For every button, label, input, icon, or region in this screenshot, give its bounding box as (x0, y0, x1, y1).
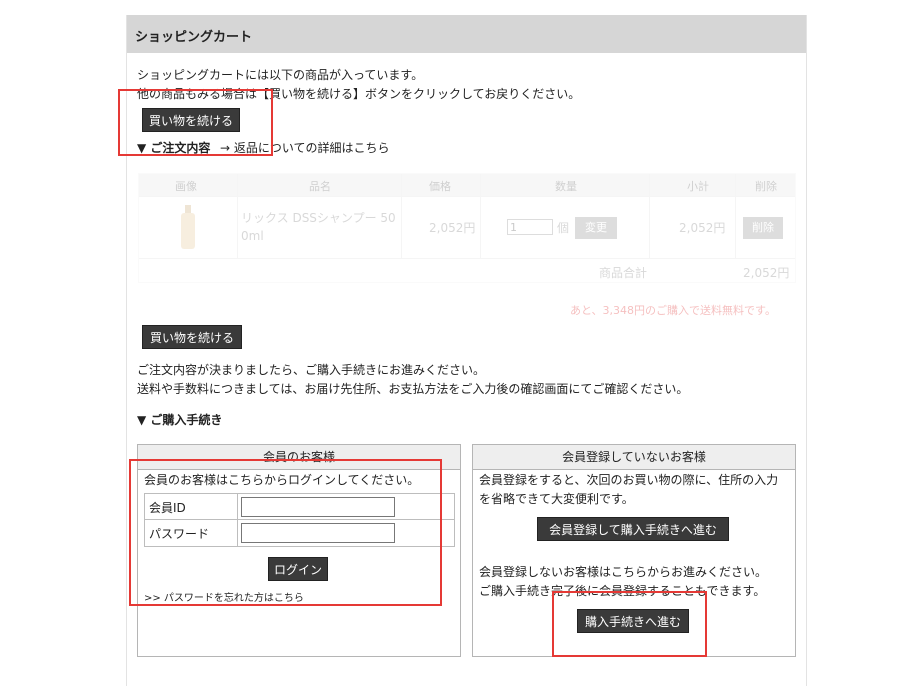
cart-total-row: 商品合計 2,052円 (139, 258, 795, 283)
proceed-text-1: ご注文内容が決まりましたら、ご購入手続きにお進みください。 (137, 363, 486, 377)
quantity-input[interactable]: 1 (507, 219, 553, 235)
total-label: 商品合計 (599, 266, 648, 280)
shipping-note: あと、3,348円のご購入で送料無料です。 (570, 304, 776, 317)
product-name-2[interactable]: 0ml (241, 229, 264, 243)
col-delete: 削除 (755, 180, 777, 193)
cart-table: 画像 品名 価格 数量 小計 削除 リックス DSSシャンプー 50 0ml 2… (138, 173, 796, 283)
continue-shopping-button-2[interactable]: 買い物を続ける (142, 325, 242, 349)
proceed-text-2: 送料や手数料につきましては、お届け先住所、お支払方法をご入力後の確認画面にてご確… (137, 382, 689, 396)
product-subtotal: 2,052円 (679, 221, 726, 235)
guest-box-header: 会員登録していないお客様 (473, 445, 795, 470)
qty-unit: 個 (557, 221, 570, 235)
delete-button[interactable]: 削除 (743, 217, 783, 239)
highlight-continue (118, 89, 273, 156)
guest-desc-2: を省略できて大変便利です。 (479, 492, 634, 506)
product-image (181, 205, 195, 249)
col-qty: 数量 (555, 180, 577, 193)
total-value: 2,052円 (743, 266, 790, 280)
col-subtotal: 小計 (687, 180, 709, 193)
col-image: 画像 (175, 180, 197, 193)
highlight-login (129, 459, 442, 606)
product-name-1[interactable]: リックス DSSシャンプー 50 (241, 209, 396, 226)
page-title: ショッピングカート (135, 30, 253, 45)
register-checkout-button[interactable]: 会員登録して購入手続きへ進む (537, 517, 729, 541)
guest-desc-1: 会員登録をすると、次回のお買い物の際に、住所の入力 (479, 473, 779, 487)
cart-header: ショッピングカート (127, 15, 806, 53)
product-price: 2,052円 (429, 221, 476, 235)
intro-text-1: ショッピングカートには以下の商品が入っています。 (137, 68, 424, 82)
highlight-guest-checkout (552, 591, 707, 657)
guest-desc2-1: 会員登録しないお客様はこちらからお進みください。 (479, 565, 768, 579)
checkout-section-title: ▼ ご購入手続き (137, 413, 223, 427)
change-qty-button[interactable]: 変更 (575, 217, 617, 239)
col-price: 価格 (429, 180, 451, 193)
col-name: 品名 (309, 180, 331, 193)
